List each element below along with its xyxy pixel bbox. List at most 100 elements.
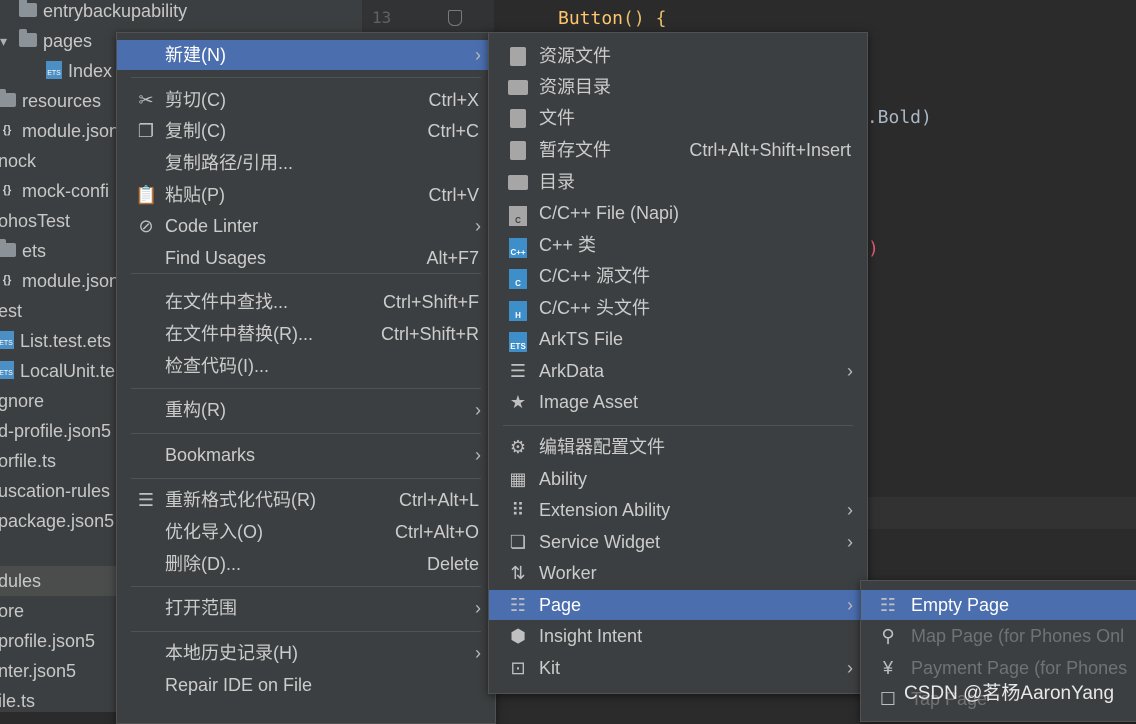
menu-item[interactable]: 重构(R) › [117,395,495,425]
reformat-icon: ☰ [137,490,155,510]
submenu-item[interactable]: ETS ArkTS File [489,324,867,354]
menu-item-label: 本地历史记录(H) [165,643,298,663]
submenu-item[interactable]: ⠿ Extension Ability › [489,495,867,525]
grid-icon: ⠿ [511,500,525,520]
json-file-icon: {} [2,124,12,137]
page-template-item[interactable]: ⚲ Map Page (for Phones Onl [861,621,1136,651]
submenu-item[interactable]: ⚙ 编辑器配置文件 [489,432,867,462]
menu-item[interactable]: Find Usages Alt+F7 [117,243,495,273]
menu-item[interactable]: 在文件中查找... Ctrl+Shift+F [117,287,495,317]
tree-item-label: Index [68,61,113,81]
menu-separator [131,273,481,274]
chevron-right-icon: › [475,598,481,618]
submenu-item[interactable]: C C/C++ File (Napi) [489,198,867,228]
menu-item[interactable]: ⊘ Code Linter › [117,211,495,241]
submenu-item[interactable]: 资源目录 [489,72,867,102]
menu-item-label: Bookmarks [165,445,256,465]
menu-item[interactable]: 删除(D)... Delete [117,549,495,579]
arkts-file-icon-shape: ETS [509,332,527,352]
tree-item-label: List.test.ets [20,331,112,351]
menu-item[interactable]: 打开范围 › [117,593,495,623]
menu-item[interactable]: 本地历史记录(H) › [117,638,495,668]
menu-item[interactable]: 在文件中替换(R)... Ctrl+Shift+R [117,319,495,349]
menu-item[interactable]: Repair IDE on File [117,670,495,700]
ability-icon: ▦ [509,469,527,489]
menu-item-shortcut: Ctrl+Alt+L [398,490,479,510]
tree-item-content: {} module.json [0,116,119,146]
menu-item[interactable]: 新建(N) › [117,40,495,70]
c-source-icon-shape: C [509,269,527,289]
list-icon: ☷ [509,595,527,615]
menu-item-label: Image Asset [539,392,639,412]
submenu-item[interactable]: 暂存文件 Ctrl+Alt+Shift+Insert [489,135,867,165]
new-submenu: 资源文件 资源目录 文件 暂存文件 Ctrl+Alt+Shift+Insert 目录 C C/… [488,32,868,694]
submenu-item[interactable]: C C/C++ 源文件 [489,261,867,291]
tree-item-label: LocalUnit.te [20,361,116,381]
menu-icon-wrap [507,135,529,165]
menu-item[interactable]: 复制路径/引用... [117,148,495,178]
tree-item-label: profile.json5 [0,631,96,651]
menu-item-label: 重构(R) [165,400,226,420]
tree-item[interactable]: entrybackupability [0,0,362,26]
menu-separator [131,586,481,587]
submenu-item[interactable]: ▦ Ability [489,464,867,494]
menu-item-label: Find Usages [165,248,267,268]
chevron-right-icon: › [847,500,853,520]
menu-item-label: Service Widget [539,532,661,552]
page-template-item[interactable]: ☷ Empty Page [861,590,1136,620]
tree-item-label: ore [0,601,25,621]
fold-marker-icon[interactable] [448,10,462,26]
tree-item-content: orfile.ts [0,446,56,476]
submenu-item[interactable]: ⇅ Worker [489,558,867,588]
menu-item-shortcut: Ctrl+Alt+O [394,522,479,542]
menu-icon-wrap: ⊘ [135,211,157,241]
list-icon: ☷ [879,595,897,615]
menu-item-label: 资源目录 [539,77,611,97]
cube-icon: ⬢ [510,626,526,646]
submenu-item[interactable]: 目录 [489,167,867,197]
submenu-item[interactable]: H C/C++ 头文件 [489,293,867,323]
tree-item-content: gnore [0,386,44,416]
menu-item[interactable]: 优化导入(O) Ctrl+Alt+O [117,517,495,547]
submenu-item[interactable]: ☷ Page › [489,590,867,620]
submenu-item[interactable]: ★ Image Asset [489,387,867,417]
menu-icon-wrap: ☷ [507,590,529,620]
menu-item-shortcut: Ctrl+Alt+Shift+Insert [689,140,851,160]
tree-item-label: gnore [0,391,45,411]
tree-item-content: ore [0,596,24,626]
folder-icon [0,89,16,108]
submenu-item[interactable]: ☰ ArkData › [489,356,867,386]
menu-item[interactable]: 📋 粘贴(P) Ctrl+V [117,180,495,210]
menu-icon-wrap: ⚲ [877,621,899,651]
menu-item[interactable]: ✂ 剪切(C) Ctrl+X [117,85,495,115]
code-button-identifier: Button [558,8,624,29]
menu-item[interactable]: ☰ 重新格式化代码(R) Ctrl+Alt+L [117,485,495,515]
menu-item[interactable]: Bookmarks › [117,440,495,470]
c-header-icon: H [509,298,527,321]
submenu-item[interactable]: ⬢ Insight Intent [489,621,867,651]
menu-icon-wrap: ❐ [135,116,157,146]
menu-item-label: Page [539,595,582,615]
menu-item[interactable]: ❐ 复制(C) Ctrl+C [117,116,495,146]
tree-item-content: ▾ pages [0,26,92,56]
tree-item-label: ets [22,241,47,261]
cpp-class-icon: C++ [509,235,527,258]
line-number: 13 [372,8,392,27]
menu-item-label: C/C++ File (Napi) [539,203,680,223]
menu-item-label: 打开范围 [165,598,237,618]
menu-item[interactable]: 检查代码(I)... [117,351,495,381]
submenu-item[interactable]: 资源文件 [489,41,867,71]
menu-item-label: 检查代码(I)... [165,356,269,376]
submenu-item[interactable]: ⊡ Kit › [489,653,867,683]
kit-icon: ⊡ [510,658,526,678]
menu-icon-wrap: ⊡ [507,653,529,683]
tree-item-label: module.json [22,271,120,291]
menu-item-label: Ability [539,469,588,489]
submenu-item[interactable]: C++ C++ 类 [489,230,867,260]
menu-item-shortcut: Ctrl+Shift+R [380,324,479,344]
scratch-file-icon [510,140,526,160]
submenu-item[interactable]: ❏ Service Widget › [489,527,867,557]
expand-arrow-icon[interactable]: ▾ [0,26,7,56]
submenu-item[interactable]: 文件 [489,103,867,133]
chevron-right-icon: › [847,532,853,552]
